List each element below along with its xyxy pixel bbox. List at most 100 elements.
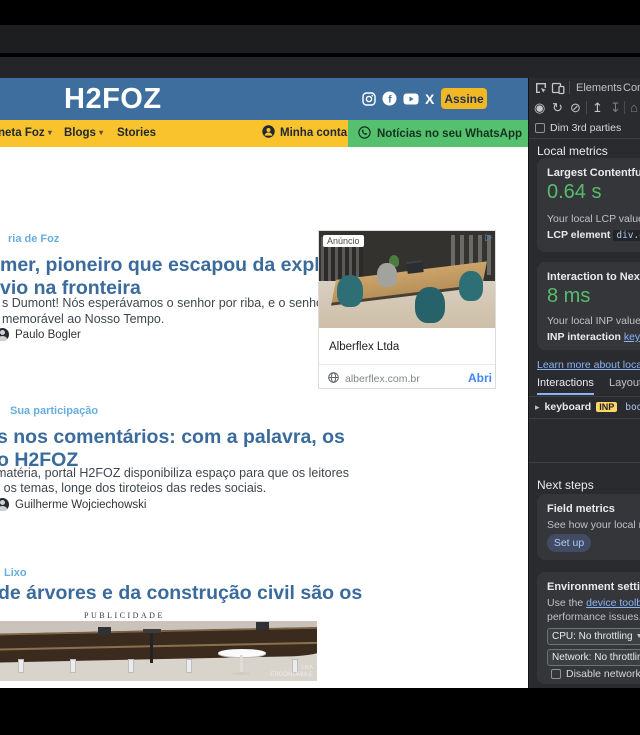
inp-interaction-link[interactable]: keyboard bbox=[624, 331, 640, 343]
chevron-down-icon: ▼ bbox=[636, 633, 640, 640]
disable-cache-label: Disable network cache bbox=[566, 668, 640, 680]
inp-interaction-row: INP interaction keyboard bbox=[547, 331, 640, 343]
divider bbox=[319, 364, 495, 365]
nav-account[interactable]: Minha conta bbox=[262, 125, 347, 141]
article-3-headline-line1[interactable]: de árvores e da construção civil são os bbox=[0, 582, 362, 605]
banner-overlay-text: TRA ERGONOMIA E bbox=[270, 665, 313, 679]
reload-icon[interactable]: ↻ bbox=[552, 101, 563, 114]
tab-elements[interactable]: Elements bbox=[576, 82, 622, 94]
site-navbar: neta Foz ▾ Blogs ▾ Stories Minha conta N… bbox=[0, 120, 528, 147]
lcp-element-link[interactable]: div.gb-contai bbox=[613, 230, 640, 241]
record-icon[interactable]: ◉ bbox=[534, 101, 545, 114]
chevron-down-icon: ▾ bbox=[48, 128, 52, 137]
learn-more-link[interactable]: Learn more about local and field bbox=[537, 359, 640, 371]
dim-3rd-parties-label: Dim 3rd parties bbox=[550, 122, 621, 134]
cpu-throttling-select[interactable]: CPU: No throttling▼ bbox=[547, 628, 640, 645]
local-metrics-title: Local metrics bbox=[537, 144, 608, 158]
divider bbox=[586, 101, 587, 114]
author-avatar bbox=[0, 498, 9, 511]
lcp-card-title: Largest Contentful Paint bbox=[547, 167, 640, 179]
dim-3rd-parties-checkbox[interactable] bbox=[535, 123, 545, 133]
lcp-element-row: LCP element div.gb-contai bbox=[547, 229, 640, 241]
inp-badge: INP bbox=[596, 402, 617, 412]
block-icon[interactable]: ⊘ bbox=[570, 101, 581, 114]
site-logo[interactable]: H2FOZ bbox=[64, 83, 162, 116]
x-icon[interactable]: X bbox=[425, 92, 434, 106]
environment-settings-title: Environment settings bbox=[547, 581, 640, 593]
ad-advertiser-name[interactable]: Alberflex Ltda bbox=[329, 341, 399, 353]
social-links: f X bbox=[362, 91, 434, 106]
article-3-category[interactable]: Lixo bbox=[4, 567, 27, 579]
home-icon[interactable]: ⌂ bbox=[630, 101, 638, 114]
devtools-panel: Elements Console ◉ ↻ ⊘ ↥ ↧ ⌂ Dim 3rd par… bbox=[528, 78, 640, 688]
divider bbox=[529, 396, 640, 397]
upload-icon[interactable]: ↥ bbox=[592, 101, 603, 114]
browser-chrome-tab-strip bbox=[0, 25, 640, 53]
divider bbox=[569, 81, 570, 94]
bottom-ad-banner[interactable]: TRA ERGONOMIA E bbox=[0, 621, 317, 681]
subscribe-button[interactable]: Assine bbox=[441, 88, 487, 109]
side-ad-card[interactable]: Anúncio ▷ Alberflex Ltda alberflex.com.b… bbox=[318, 230, 496, 389]
article-1-category[interactable]: ria de Foz bbox=[8, 233, 59, 245]
tab-console[interactable]: Console bbox=[623, 82, 640, 94]
nav-item-planeta-foz[interactable]: neta Foz ▾ bbox=[0, 127, 52, 139]
facebook-icon[interactable]: f bbox=[382, 91, 397, 106]
whatsapp-icon bbox=[358, 126, 371, 142]
inp-desc: Your local INP value of 8 ms bbox=[547, 315, 640, 327]
device-toolbar-link[interactable]: device toolbar bbox=[586, 597, 640, 609]
site-viewport: H2FOZ f X Assine neta Foz ▾ Blogs ▾ Stor… bbox=[0, 78, 528, 688]
lcp-value: 0.64 s bbox=[547, 181, 601, 204]
environment-settings-card: Environment settings Use the device tool… bbox=[537, 572, 640, 684]
article-1-excerpt-line2: memorável ao Nosso Tempo. bbox=[2, 312, 164, 326]
article-2-excerpt-line1: matéria, portal H2FOZ disponibiliza espa… bbox=[0, 466, 349, 480]
tab-layout-shifts[interactable]: Layout shifts bbox=[609, 377, 640, 389]
device-toolbar-icon[interactable] bbox=[551, 81, 565, 98]
download-icon[interactable]: ↧ bbox=[610, 101, 621, 114]
inp-metric-card: Interaction to Next Paint 8 ms Your loca… bbox=[537, 262, 640, 350]
field-metrics-card: Field metrics See how your local metrics… bbox=[537, 494, 640, 560]
article-2-headline-line1[interactable]: s nos comentários: com a palavra, os bbox=[0, 426, 345, 449]
youtube-icon[interactable] bbox=[403, 93, 419, 105]
disable-cache-checkbox[interactable] bbox=[551, 669, 561, 679]
ad-cta-button[interactable]: Abri bbox=[468, 371, 492, 385]
nav-item-blogs[interactable]: Blogs ▾ bbox=[64, 127, 103, 139]
environment-desc-line1: Use the device toolbar and c bbox=[547, 597, 640, 609]
article-2-byline[interactable]: Guilherme Wojciechowski bbox=[0, 498, 146, 511]
inspect-icon[interactable] bbox=[534, 81, 548, 98]
article-2-excerpt-line2: r os temas, longe dos tiroteios das rede… bbox=[0, 481, 266, 495]
field-metrics-desc: See how your local metrics c bbox=[547, 519, 640, 531]
browser-chrome-toolbar-strip bbox=[0, 57, 640, 78]
article-1-headline-line1[interactable]: mer, pioneiro que escapou da explosão bbox=[0, 254, 365, 277]
next-steps-title: Next steps bbox=[537, 478, 594, 492]
divider bbox=[529, 138, 640, 139]
field-metrics-title: Field metrics bbox=[547, 503, 615, 515]
lcp-metric-card: Largest Contentful Paint 0.64 s Your loc… bbox=[537, 158, 640, 252]
side-ad-image[interactable]: Anúncio ▷ bbox=[319, 231, 495, 328]
bottom-ad-container[interactable]: PUBLICIDADE TRA ERGONOMIA E bbox=[0, 608, 528, 688]
article-1-byline[interactable]: Paulo Bogler bbox=[0, 328, 81, 341]
inp-card-title: Interaction to Next Paint bbox=[547, 271, 640, 283]
interaction-log-row[interactable]: ▸ keyboard INP body.blo bbox=[535, 401, 640, 413]
inp-value: 8 ms bbox=[547, 285, 590, 308]
log-target-link[interactable]: body.blo bbox=[622, 402, 640, 413]
globe-icon bbox=[328, 372, 339, 386]
instagram-icon[interactable] bbox=[362, 92, 376, 106]
divider bbox=[529, 462, 640, 463]
divider bbox=[529, 418, 640, 419]
divider bbox=[624, 101, 625, 114]
ad-domain-row[interactable]: alberflex.com.br bbox=[328, 372, 420, 386]
set-up-button[interactable]: Set up bbox=[547, 534, 591, 552]
article-2-category[interactable]: Sua participação bbox=[10, 405, 98, 417]
site-masthead: H2FOZ f X Assine bbox=[0, 78, 528, 120]
expand-triangle-icon[interactable]: ▸ bbox=[535, 402, 540, 413]
publicity-label: PUBLICIDADE bbox=[84, 611, 165, 620]
tab-interactions[interactable]: Interactions bbox=[537, 377, 594, 395]
nav-whatsapp-link[interactable]: Notícias no seu WhatsApp bbox=[348, 120, 528, 147]
author-avatar bbox=[0, 328, 9, 341]
user-account-icon bbox=[262, 125, 275, 141]
nav-item-stories[interactable]: Stories bbox=[117, 127, 156, 139]
network-throttling-select[interactable]: Network: No throttling▼ bbox=[547, 649, 640, 666]
environment-desc-line2: performance issues. bbox=[547, 611, 640, 623]
adchoices-icon[interactable]: ▷ bbox=[485, 232, 492, 243]
ad-label: Anúncio bbox=[323, 235, 364, 247]
